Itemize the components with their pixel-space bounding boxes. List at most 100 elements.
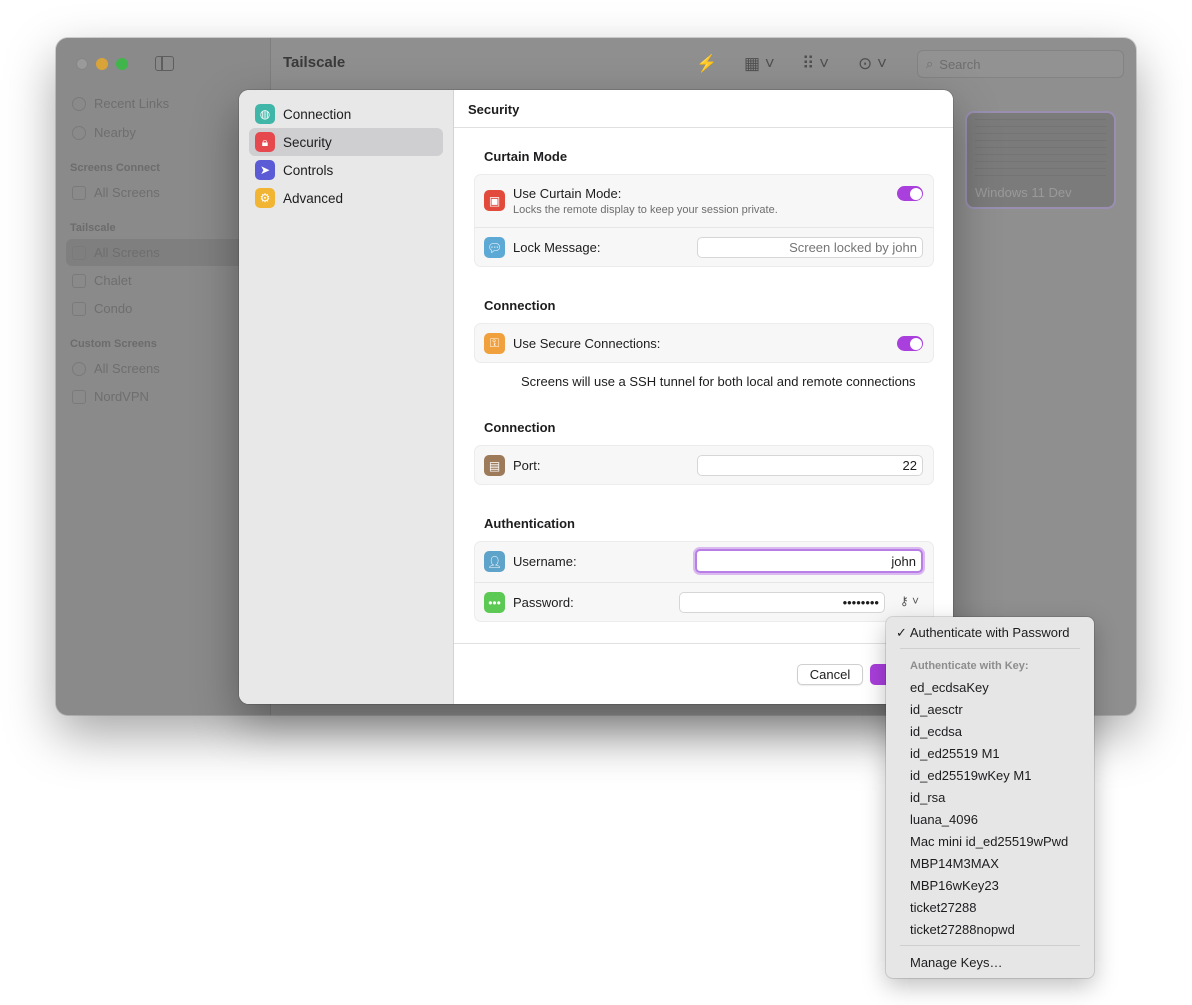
menu-item-key[interactable]: id_ed25519wKey M1: [910, 768, 1031, 783]
menu-item-key[interactable]: id_rsa: [910, 790, 945, 805]
screens-connect-icon: [72, 185, 86, 200]
port-row: ▤ Port:: [475, 446, 933, 486]
section-title-secure-connection: Connection: [484, 298, 556, 313]
nav-controls[interactable]: ➤ Controls: [249, 156, 443, 184]
thumbnail-label: Windows 11 Dev: [975, 185, 1072, 200]
port-input[interactable]: [697, 455, 923, 476]
sidebar-item-nordvpn[interactable]: NordVPN: [72, 389, 149, 404]
key-selector-icon[interactable]: ⚷ ˅: [900, 594, 919, 608]
username-label: Username:: [513, 554, 577, 569]
menu-item-key[interactable]: ed_ecdsaKey: [910, 680, 989, 695]
port-label: Port:: [513, 458, 541, 473]
cloud-icon: [72, 361, 86, 376]
nav-connection[interactable]: ◍ Connection: [249, 100, 443, 128]
search-field[interactable]: ⌕ Search: [917, 50, 1124, 78]
dialog-sidebar: ◍ Connection 🔒︎ Security ➤ Controls ⚙ Ad…: [239, 90, 454, 704]
lock-message-input[interactable]: [697, 237, 923, 258]
screen-thumbnail[interactable]: Windows 11 Dev: [965, 111, 1116, 209]
dialog-content: Security Curtain Mode ▣ Use Curtain Mode…: [454, 90, 953, 704]
cancel-button[interactable]: Cancel: [797, 664, 863, 685]
authentication-group: 👤︎ Username: ••• Password: •••••••• ⚷ ˅: [474, 541, 934, 622]
username-input[interactable]: [695, 549, 923, 573]
group-icon: [72, 389, 86, 404]
port-icon: ▤: [484, 455, 505, 476]
secure-connection-label: Use Secure Connections:: [513, 336, 661, 351]
section-title-port-connection: Connection: [484, 420, 556, 435]
zoom-window-button[interactable]: [116, 58, 128, 70]
port-group: ▤ Port:: [474, 445, 934, 485]
menu-separator: [900, 648, 1080, 649]
checkmark-icon: ✓: [896, 625, 907, 640]
menu-item-key[interactable]: ticket27288: [910, 900, 977, 915]
section-title-authentication: Authentication: [484, 516, 575, 531]
key-icon: ⚿: [484, 333, 505, 354]
menu-item-key[interactable]: id_ed25519 M1: [910, 746, 1000, 761]
menu-item-key[interactable]: MBP16wKey23: [910, 878, 999, 893]
menu-item-key[interactable]: ticket27288nopwd: [910, 922, 1015, 937]
group-icon: [72, 301, 86, 316]
secure-connection-note: Screens will use a SSH tunnel for both l…: [521, 374, 916, 389]
nav-advanced[interactable]: ⚙ Advanced: [249, 184, 443, 212]
secure-connection-toggle[interactable]: [897, 336, 923, 351]
curtain-mode-row: ▣ Use Curtain Mode: Locks the remote dis…: [475, 175, 933, 227]
settings-dialog: ◍ Connection 🔒︎ Security ➤ Controls ⚙ Ad…: [239, 90, 953, 704]
sidebar-heading-screens-connect: Screens Connect: [70, 162, 160, 174]
curtain-mode-description: Locks the remote display to keep your se…: [513, 204, 778, 216]
authentication-menu: ✓ Authenticate with Password Authenticat…: [886, 617, 1094, 978]
globe-icon: ◍: [255, 104, 275, 124]
lock-icon: 🔒︎: [255, 132, 275, 152]
sidebar-item-condo[interactable]: Condo: [72, 301, 132, 316]
radar-icon: [72, 125, 86, 140]
search-placeholder: Search: [939, 56, 981, 72]
display-icon: ▣: [484, 190, 505, 211]
sidebar-heading-custom-screens: Custom Screens: [70, 338, 157, 350]
menu-item-key[interactable]: luana_4096: [910, 812, 978, 827]
password-label: Password:: [513, 595, 574, 610]
search-icon: ⌕: [926, 56, 934, 71]
more-options-icon[interactable]: ⊙ ˅: [858, 54, 887, 74]
minimize-window-button[interactable]: [96, 58, 108, 70]
lightning-icon[interactable]: ⚡: [696, 54, 717, 74]
grid-view-icon[interactable]: ▦ ˅: [744, 54, 775, 74]
menu-item-key[interactable]: id_ecdsa: [910, 724, 962, 739]
menu-item-manage-keys[interactable]: Manage Keys…: [910, 955, 1003, 970]
password-input[interactable]: ••••••••: [679, 592, 885, 613]
menu-item-key[interactable]: Mac mini id_ed25519wPwd: [910, 834, 1068, 849]
sidebar-item-nearby[interactable]: Nearby: [72, 125, 136, 140]
password-dots-icon: •••: [484, 592, 505, 613]
cursor-icon: ➤: [255, 160, 275, 180]
dialog-header: Security: [454, 90, 953, 128]
speech-bubble-icon: 💬︎: [484, 237, 505, 258]
sidebar-toggle-icon[interactable]: [155, 56, 174, 71]
apps-menu-icon[interactable]: ⠿ ˅: [802, 54, 829, 74]
secure-connection-row: ⚿ Use Secure Connections:: [475, 324, 933, 364]
curtain-mode-label: Use Curtain Mode:: [513, 186, 622, 201]
section-title-curtain: Curtain Mode: [484, 149, 568, 164]
sidebar-item-screens-connect-all[interactable]: All Screens: [72, 185, 160, 200]
sidebar-item-tailscale-all[interactable]: All Screens: [72, 245, 160, 260]
lock-message-row: 💬︎ Lock Message:: [475, 227, 933, 267]
curtain-group: ▣ Use Curtain Mode: Locks the remote dis…: [474, 174, 934, 267]
gears-icon: ⚙: [255, 188, 275, 208]
secure-connection-group: ⚿ Use Secure Connections:: [474, 323, 934, 363]
username-row: 👤︎ Username:: [475, 542, 933, 582]
clock-icon: [72, 96, 86, 111]
sidebar-item-recent-links[interactable]: Recent Links: [72, 96, 169, 111]
sidebar-item-chalet[interactable]: Chalet: [72, 273, 132, 288]
sidebar-item-custom-all[interactable]: All Screens: [72, 361, 160, 376]
menu-separator: [900, 945, 1080, 946]
menu-item-key[interactable]: MBP14M3MAX: [910, 856, 999, 871]
password-row: ••• Password: •••••••• ⚷ ˅: [475, 582, 933, 622]
dialog-footer: Cancel: [454, 643, 953, 704]
network-icon: [72, 245, 86, 260]
thumbnail-preview: [975, 119, 1106, 182]
sidebar-heading-tailscale: Tailscale: [70, 222, 116, 234]
nav-security[interactable]: 🔒︎ Security: [249, 128, 443, 156]
menu-item-key[interactable]: id_aesctr: [910, 702, 963, 717]
menu-item-authenticate-password[interactable]: ✓ Authenticate with Password: [896, 625, 1070, 641]
close-window-button[interactable]: [76, 58, 88, 70]
menu-heading-keys: Authenticate with Key:: [910, 660, 1029, 672]
curtain-mode-toggle[interactable]: [897, 186, 923, 201]
group-icon: [72, 273, 86, 288]
person-icon: 👤︎: [484, 551, 505, 572]
